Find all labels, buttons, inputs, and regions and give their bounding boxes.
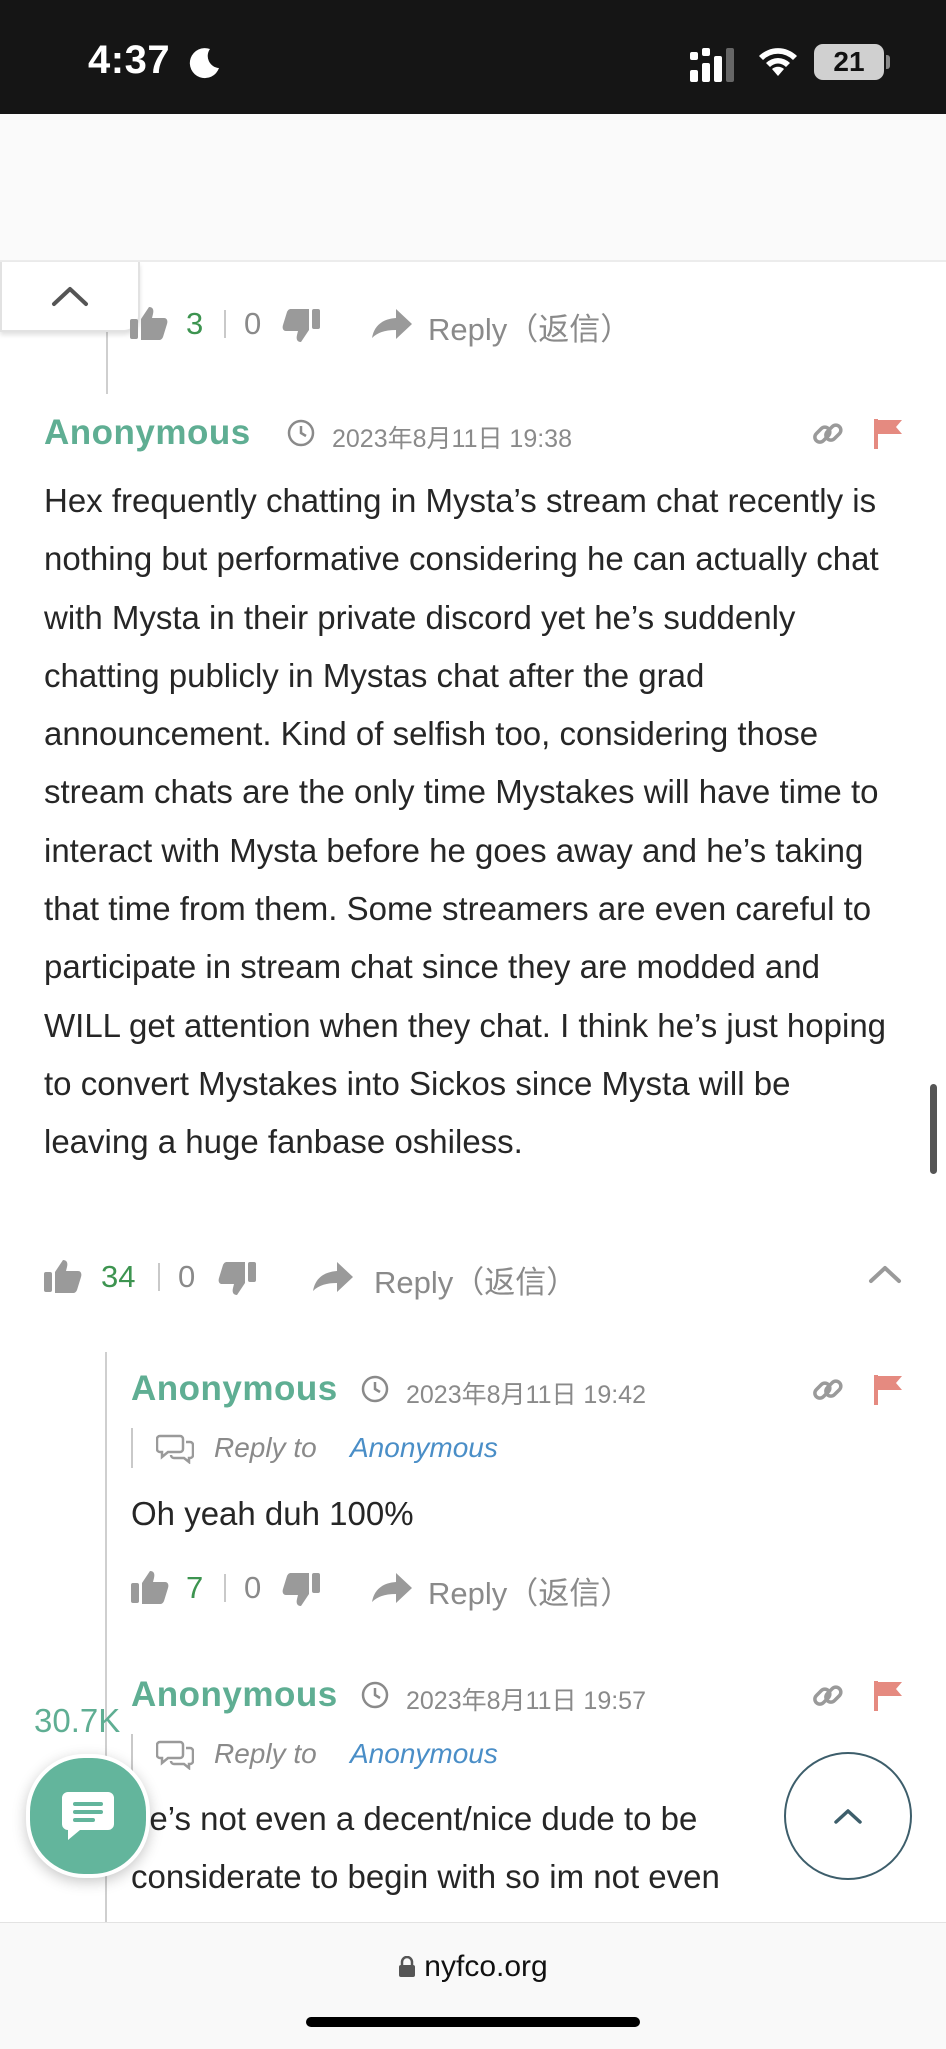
comment-date[interactable]: 2023年8月11日 19:57 [406,1681,646,1717]
comment-date[interactable]: 2023年8月11日 19:38 [332,419,572,455]
scroll-to-top-button[interactable] [784,1752,912,1880]
reply-button[interactable]: Reply（返信） [374,1257,577,1302]
like-count: 7 [186,1570,204,1605]
battery-level: 21 [833,46,865,77]
chevron-up-icon [834,1809,862,1824]
speech-bubbles-icon [156,1740,194,1770]
home-indicator [306,2017,640,2027]
thumbs-up-icon[interactable] [130,305,168,341]
address-bar[interactable]: nyfco.org [0,1950,946,1984]
thumbs-up-icon[interactable] [131,1569,169,1605]
thumbs-down-icon[interactable] [282,308,320,344]
comment-icon [62,1792,114,1840]
vote-separator [224,310,226,338]
scrollbar[interactable] [930,1084,937,1174]
previous-content-area [0,114,946,262]
reply-to-link[interactable]: Anonymous [350,1432,498,1464]
chevron-up-icon[interactable] [868,1264,902,1284]
speech-bubbles-icon [156,1434,194,1464]
status-time: 4:37 [88,38,171,82]
comment-date[interactable]: 2023年8月11日 19:42 [406,1375,646,1411]
wifi-icon [759,48,797,76]
comment-author[interactable]: Anonymous [131,1675,338,1715]
lock-icon [399,1955,416,1977]
url-text: nyfco.org [424,1950,548,1983]
reply-arrow-icon [313,1262,353,1292]
reply-arrow-icon [372,309,412,339]
comment-text: he’s not even a decent/nice dude to be c… [131,1800,720,1896]
link-icon[interactable] [812,418,844,450]
comment-text: Hex frequently chatting in Mysta’s strea… [44,482,887,1161]
reply-button[interactable]: Reply（返信） [428,1568,631,1613]
battery-icon: 21 [814,44,884,80]
reply-to-bar [131,1428,133,1468]
comment-author[interactable]: Anonymous [131,1369,338,1409]
like-count: 3 [186,306,204,341]
flag-icon[interactable] [872,418,904,450]
dislike-count: 0 [244,306,262,341]
like-count: 34 [101,1259,136,1294]
dislike-count: 0 [244,1570,262,1605]
battery-tip [886,55,890,69]
flag-icon[interactable] [872,1374,904,1406]
vote-separator [158,1263,160,1291]
reply-to-link[interactable]: Anonymous [350,1738,498,1770]
thumbs-up-icon[interactable] [44,1258,82,1294]
reply-to-label: Reply to [214,1738,317,1769]
reply-to-bar [131,1734,133,1774]
thumbs-down-icon[interactable] [282,1572,320,1608]
comments-fab-button[interactable] [26,1754,150,1878]
comment-author[interactable]: Anonymous [44,413,251,453]
signal-icon [690,48,734,82]
reply-arrow-icon [372,1573,412,1603]
reply-button[interactable]: Reply（返信） [428,304,631,349]
thumbs-down-icon[interactable] [218,1261,256,1297]
comment-text: Oh yeah duh 100% [131,1495,414,1532]
clock-icon [287,419,315,447]
link-icon[interactable] [812,1374,844,1406]
clock-icon [361,1375,389,1403]
reply-to-label: Reply to [214,1432,317,1463]
dislike-count: 0 [178,1259,196,1294]
chevron-up-icon [52,287,88,306]
flag-icon[interactable] [872,1680,904,1712]
browser-bottom-bar [0,1922,946,2049]
moon-icon [189,48,219,79]
clock-icon [361,1681,389,1709]
vote-separator [224,1574,226,1602]
link-icon[interactable] [812,1680,844,1712]
comment-counter: 30.7K [34,1702,121,1739]
collapse-thread-button[interactable] [0,262,140,332]
